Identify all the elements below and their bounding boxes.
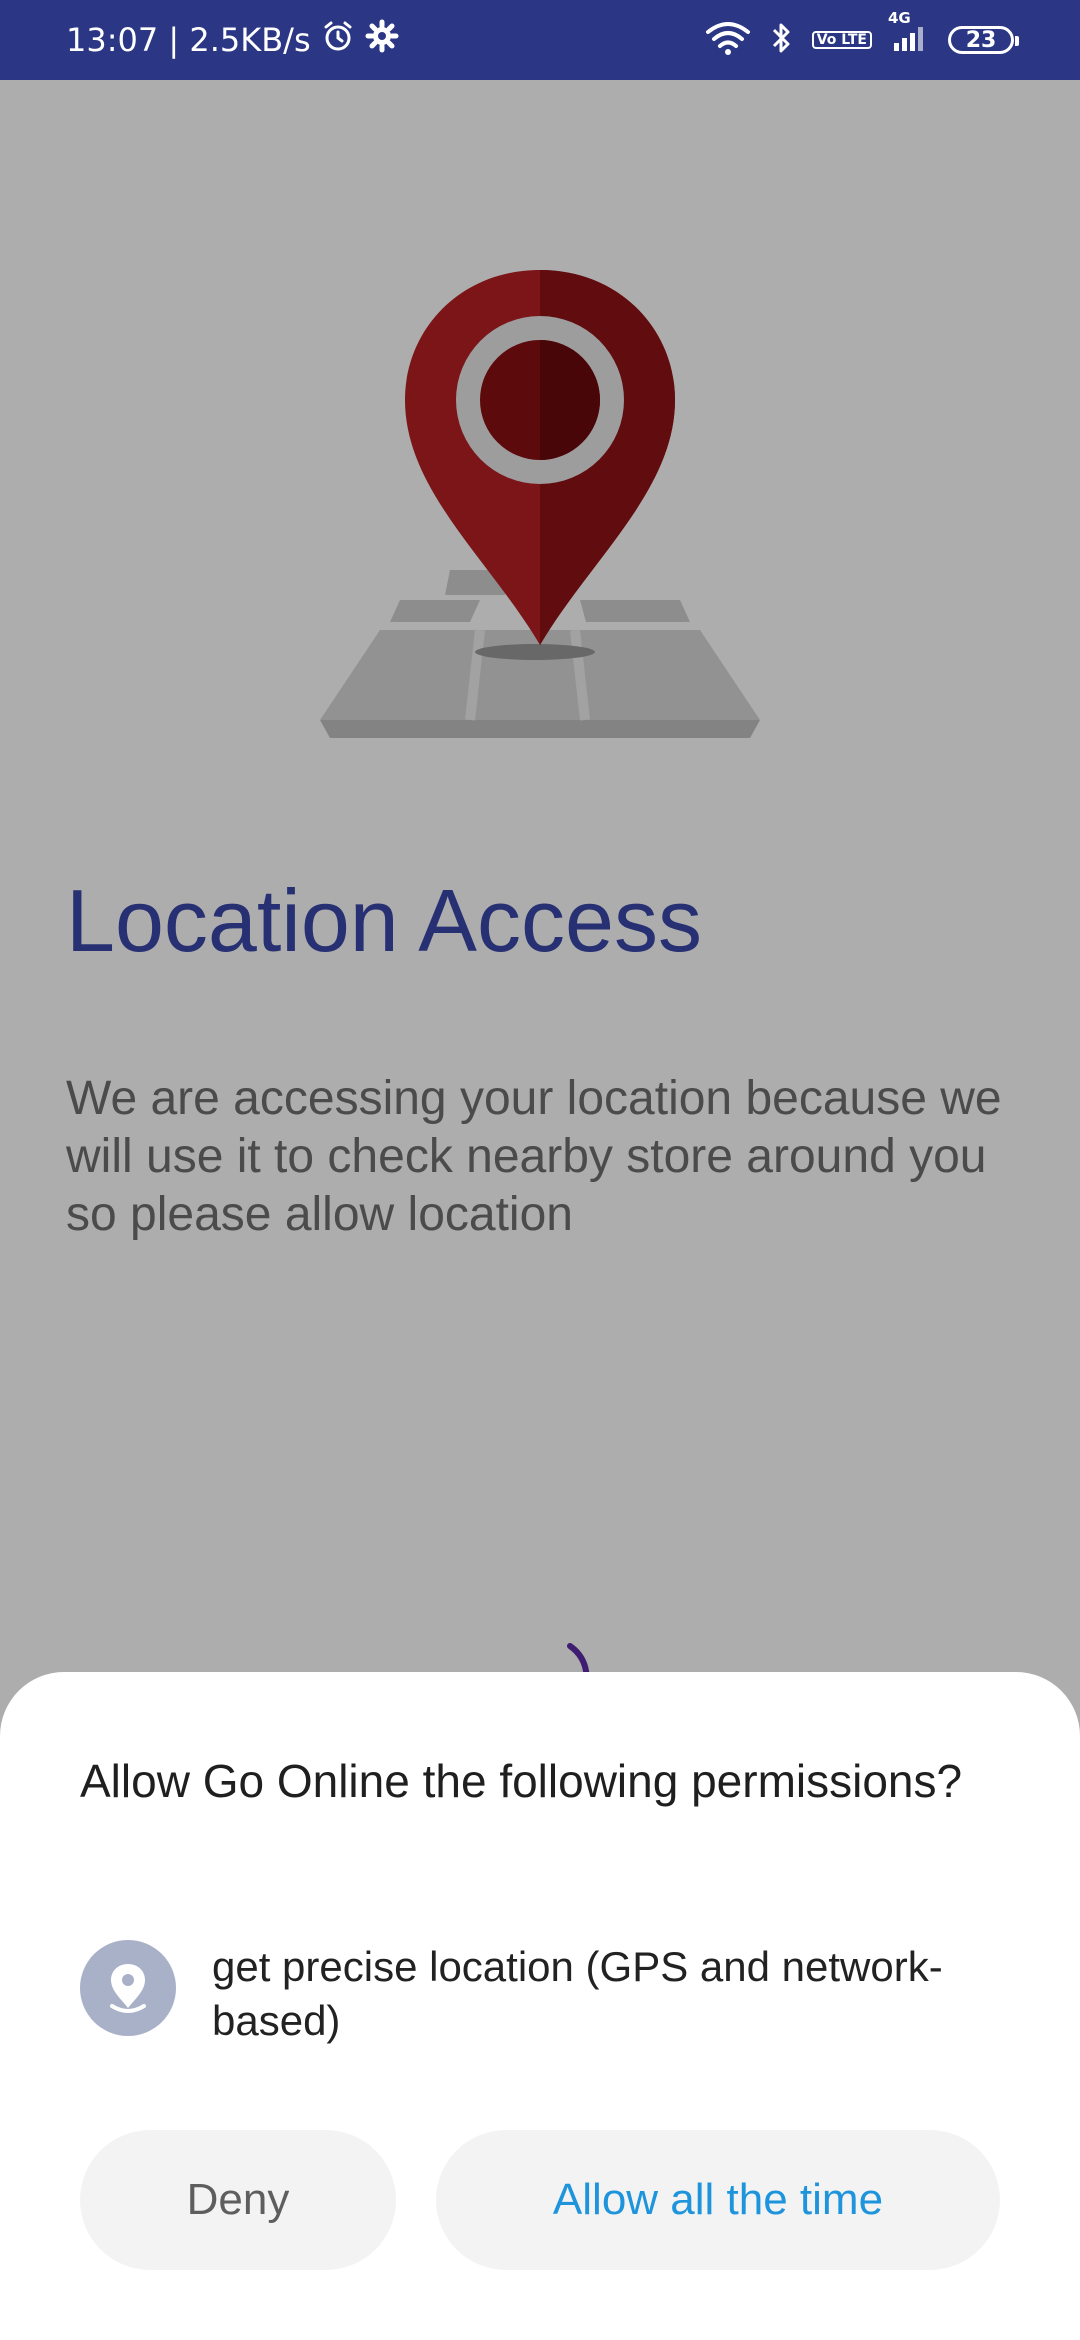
location-permission-icon bbox=[80, 1940, 176, 2036]
deny-button[interactable]: Deny bbox=[80, 2130, 396, 2270]
permission-item: get precise location (GPS and network-ba… bbox=[80, 1940, 1000, 2044]
allow-label: Allow all the time bbox=[552, 2175, 884, 2224]
wifi-icon bbox=[704, 20, 752, 61]
deny-label: Deny bbox=[186, 2175, 290, 2224]
cell-signal-icon: 4G bbox=[888, 9, 930, 58]
allow-all-the-time-button[interactable]: Allow all the time bbox=[436, 2130, 1000, 2270]
status-time-speed: 13:07 | 2.5KB/s bbox=[66, 21, 311, 59]
permission-text: get precise location (GPS and network-ba… bbox=[212, 1943, 943, 2044]
bluetooth-icon bbox=[770, 20, 794, 61]
status-right: Vo LTE 4G 23 bbox=[704, 0, 1019, 80]
screen: 13:07 | 2.5KB/s Vo LTE 4G 23 Location Ac… bbox=[0, 0, 1080, 2340]
alarm-icon bbox=[321, 19, 355, 61]
status-bar: 13:07 | 2.5KB/s Vo LTE 4G 23 bbox=[0, 0, 1080, 80]
permission-dialog: Allow Go Online the following permission… bbox=[0, 1672, 1080, 2340]
battery-level: 23 bbox=[965, 27, 997, 53]
battery-icon: 23 bbox=[948, 26, 1019, 54]
network-type-label: 4G bbox=[888, 8, 911, 27]
status-left: 13:07 | 2.5KB/s bbox=[66, 0, 399, 80]
volte-icon: Vo LTE bbox=[811, 31, 872, 49]
dialog-title: Allow Go Online the following permission… bbox=[80, 1755, 963, 1807]
settings-gear-icon bbox=[365, 19, 399, 61]
